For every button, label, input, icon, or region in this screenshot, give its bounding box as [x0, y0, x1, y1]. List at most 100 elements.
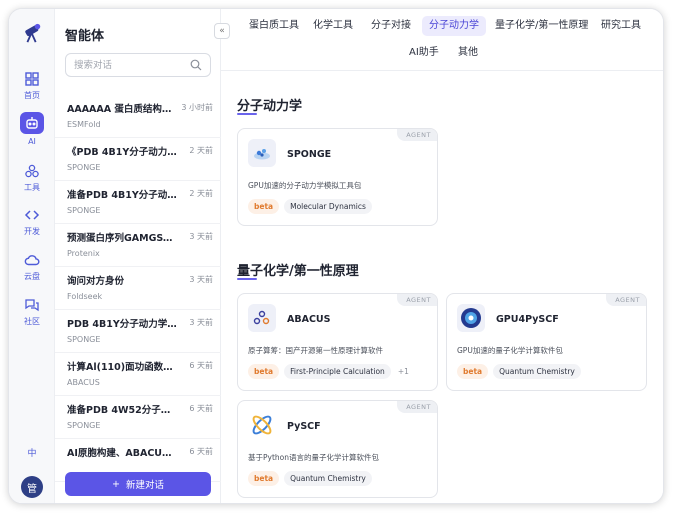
search-box[interactable] [65, 53, 211, 77]
agent-badge: AGENT [397, 294, 437, 306]
main-content: 蛋白质工具 化学工具 分子对接 分子动力学 量子化学/第一性原理 研究工具 AI… [221, 9, 663, 503]
beta-tag: beta [248, 364, 280, 379]
pyscf-icon [248, 411, 276, 439]
category-tag: Quantum Chemistry [284, 471, 372, 486]
collapse-panel-button[interactable]: « [214, 23, 230, 39]
beta-tag: beta [248, 199, 280, 214]
more-tags-count: +1 [397, 367, 409, 376]
rail-item-label: 社区 [24, 317, 40, 326]
category-tag: First-Principle Calculation [284, 364, 391, 379]
agent-name: GPU4PySCF [496, 314, 559, 325]
section-title: 分子动力学 [237, 99, 303, 114]
list-item[interactable]: 预测蛋白序列GAMGSSTS... 3 天前 Protenix [55, 224, 221, 267]
agent-card-pyscf[interactable]: AGENT PySCF 基于Python语言的量子化学计算软件包 beta Qu… [237, 400, 438, 498]
tab-other[interactable]: 其他 [451, 43, 485, 63]
robot-icon [26, 117, 38, 129]
conversation-tool: SPONGE [67, 335, 101, 344]
conversation-panel: 智能体 « AAAAAA 蛋白质结构预测 3 小时前 ESMFold 《PDB … [55, 9, 230, 503]
rail-item-home[interactable]: 首页 [9, 71, 55, 101]
tab-protein-tools[interactable]: 蛋白质工具 [242, 16, 306, 36]
conversation-time: 6 天前 [189, 404, 213, 413]
conversation-title: 计算Al(110)面功函数（真... [67, 362, 177, 373]
list-item[interactable]: 准备PDB 4W52分子动力... 6 天前 SPONGE [55, 396, 221, 439]
section-title: 量子化学/第一性原理 [237, 264, 359, 279]
conversation-title: 《PDB 4B1Y分子动力学模... [67, 147, 177, 158]
section-underline [237, 113, 257, 115]
panel-title: 智能体 [65, 29, 105, 44]
category-tag: Quantum Chemistry [493, 364, 581, 379]
rail-item-label: 开发 [24, 227, 40, 236]
agent-description: 基于Python语言的量子化学计算软件包 [248, 453, 379, 462]
search-icon[interactable] [190, 59, 202, 71]
list-item[interactable]: 计算Al(110)面功函数（真... 6 天前 ABACUS [55, 353, 221, 396]
conversation-tool: Foldseek [67, 292, 103, 301]
agent-description: 原子算筹：国产开源第一性原理计算软件 [248, 346, 383, 355]
conversation-list: AAAAAA 蛋白质结构预测 3 小时前 ESMFold 《PDB 4B1Y分子… [55, 95, 221, 482]
tab-research-tools[interactable]: 研究工具 [594, 16, 648, 36]
agent-card-gpu4pyscf[interactable]: AGENT GPU4PySCF GPU加速的量子化学计算软件包 beta Qua… [446, 293, 647, 391]
conversation-time: 6 天前 [189, 361, 213, 370]
plus-icon: + [112, 478, 120, 490]
gpu4pyscf-icon [457, 304, 485, 332]
conversation-tool: SPONGE [67, 206, 101, 215]
agent-description: GPU加速的分子动力学模拟工具包 [248, 181, 362, 190]
language-switch[interactable]: 中 [9, 446, 55, 459]
app-window: 首页 AI 工具 开发 云盘 社区 中 管 智能体 « 搜索对话 AAAAAA … [8, 8, 664, 504]
conversation-tool: SPONGE [67, 163, 101, 172]
agent-card-sponge[interactable]: AGENT SPONGE GPU加速的分子动力学模拟工具包 beta Molec… [237, 128, 438, 226]
conversation-title: PDB 4B1Y分子动力学模拟... [67, 319, 177, 330]
conversation-title: 预测蛋白序列GAMGSSTS... [67, 233, 177, 244]
conversation-time: 3 小时前 [181, 103, 213, 112]
cloud-icon [24, 255, 40, 266]
conversation-title: AAAAAA 蛋白质结构预测 [67, 104, 177, 115]
agent-card-abacus[interactable]: AGENT ABACUS 原子算筹：国产开源第一性原理计算软件 beta Fir… [237, 293, 438, 391]
conversation-time: 3 天前 [189, 318, 213, 327]
tab-ai-assistant[interactable]: AI助手 [402, 43, 446, 63]
list-item[interactable]: 准备PDB 4B1Y分子动力学... 2 天前 SPONGE [55, 181, 221, 224]
agent-tags: beta Quantum Chemistry [457, 364, 581, 379]
rail-item-tools[interactable]: 工具 [9, 163, 55, 193]
list-item[interactable]: PDB 4B1Y分子动力学模拟... 3 天前 SPONGE [55, 310, 221, 353]
conversation-title: 准备PDB 4W52分子动力... [67, 405, 177, 416]
conversation-title: 准备PDB 4B1Y分子动力学... [67, 190, 177, 201]
section-underline [237, 278, 257, 280]
home-grid-icon [25, 72, 39, 86]
beta-tag: beta [248, 471, 280, 486]
sponge-icon [248, 139, 276, 167]
agent-name: SPONGE [287, 149, 332, 160]
rail-item-cloud[interactable]: 云盘 [9, 252, 55, 282]
list-item[interactable]: 询问对方身份 3 天前 Foldseek [55, 267, 221, 310]
conversation-tool: ESMFold [67, 120, 101, 129]
rail-item-ai[interactable]: AI [9, 112, 55, 146]
left-rail: 首页 AI 工具 开发 云盘 社区 中 管 [9, 9, 55, 503]
beta-tag: beta [457, 364, 489, 379]
tools-icon [25, 164, 39, 178]
search-input[interactable] [66, 54, 181, 76]
agent-badge: AGENT [606, 294, 646, 306]
conversation-title: 询问对方身份 [67, 276, 125, 287]
agent-tags: beta Quantum Chemistry [248, 471, 372, 486]
agent-badge: AGENT [397, 129, 437, 141]
rail-item-label: 首页 [24, 91, 40, 100]
rail-item-label: 工具 [24, 183, 40, 192]
agent-tags: beta Molecular Dynamics [248, 199, 372, 214]
list-item[interactable]: AAAAAA 蛋白质结构预测 3 小时前 ESMFold [55, 95, 221, 138]
chat-community-icon [25, 299, 39, 312]
new-chat-button[interactable]: + 新建对话 [65, 472, 211, 496]
tab-quantum-chemistry[interactable]: 量子化学/第一性原理 [488, 16, 595, 36]
rail-item-dev[interactable]: 开发 [9, 207, 55, 237]
tab-molecular-docking[interactable]: 分子对接 [364, 16, 418, 36]
category-tag: Molecular Dynamics [284, 199, 372, 214]
tab-chemistry-tools[interactable]: 化学工具 [306, 16, 360, 36]
avatar[interactable]: 管 [21, 476, 43, 498]
abacus-icon [248, 304, 276, 332]
category-tabs: 蛋白质工具 化学工具 分子对接 分子动力学 量子化学/第一性原理 研究工具 AI… [221, 9, 663, 71]
tab-molecular-dynamics[interactable]: 分子动力学 [422, 16, 486, 36]
rail-item-community[interactable]: 社区 [9, 297, 55, 327]
conversation-tool: SPONGE [67, 421, 101, 430]
telescope-logo-icon[interactable] [21, 22, 43, 44]
conversation-time: 3 天前 [189, 232, 213, 241]
agent-badge: AGENT [397, 401, 437, 413]
list-item[interactable]: 《PDB 4B1Y分子动力学模... 2 天前 SPONGE [55, 138, 221, 181]
code-icon [24, 210, 40, 220]
